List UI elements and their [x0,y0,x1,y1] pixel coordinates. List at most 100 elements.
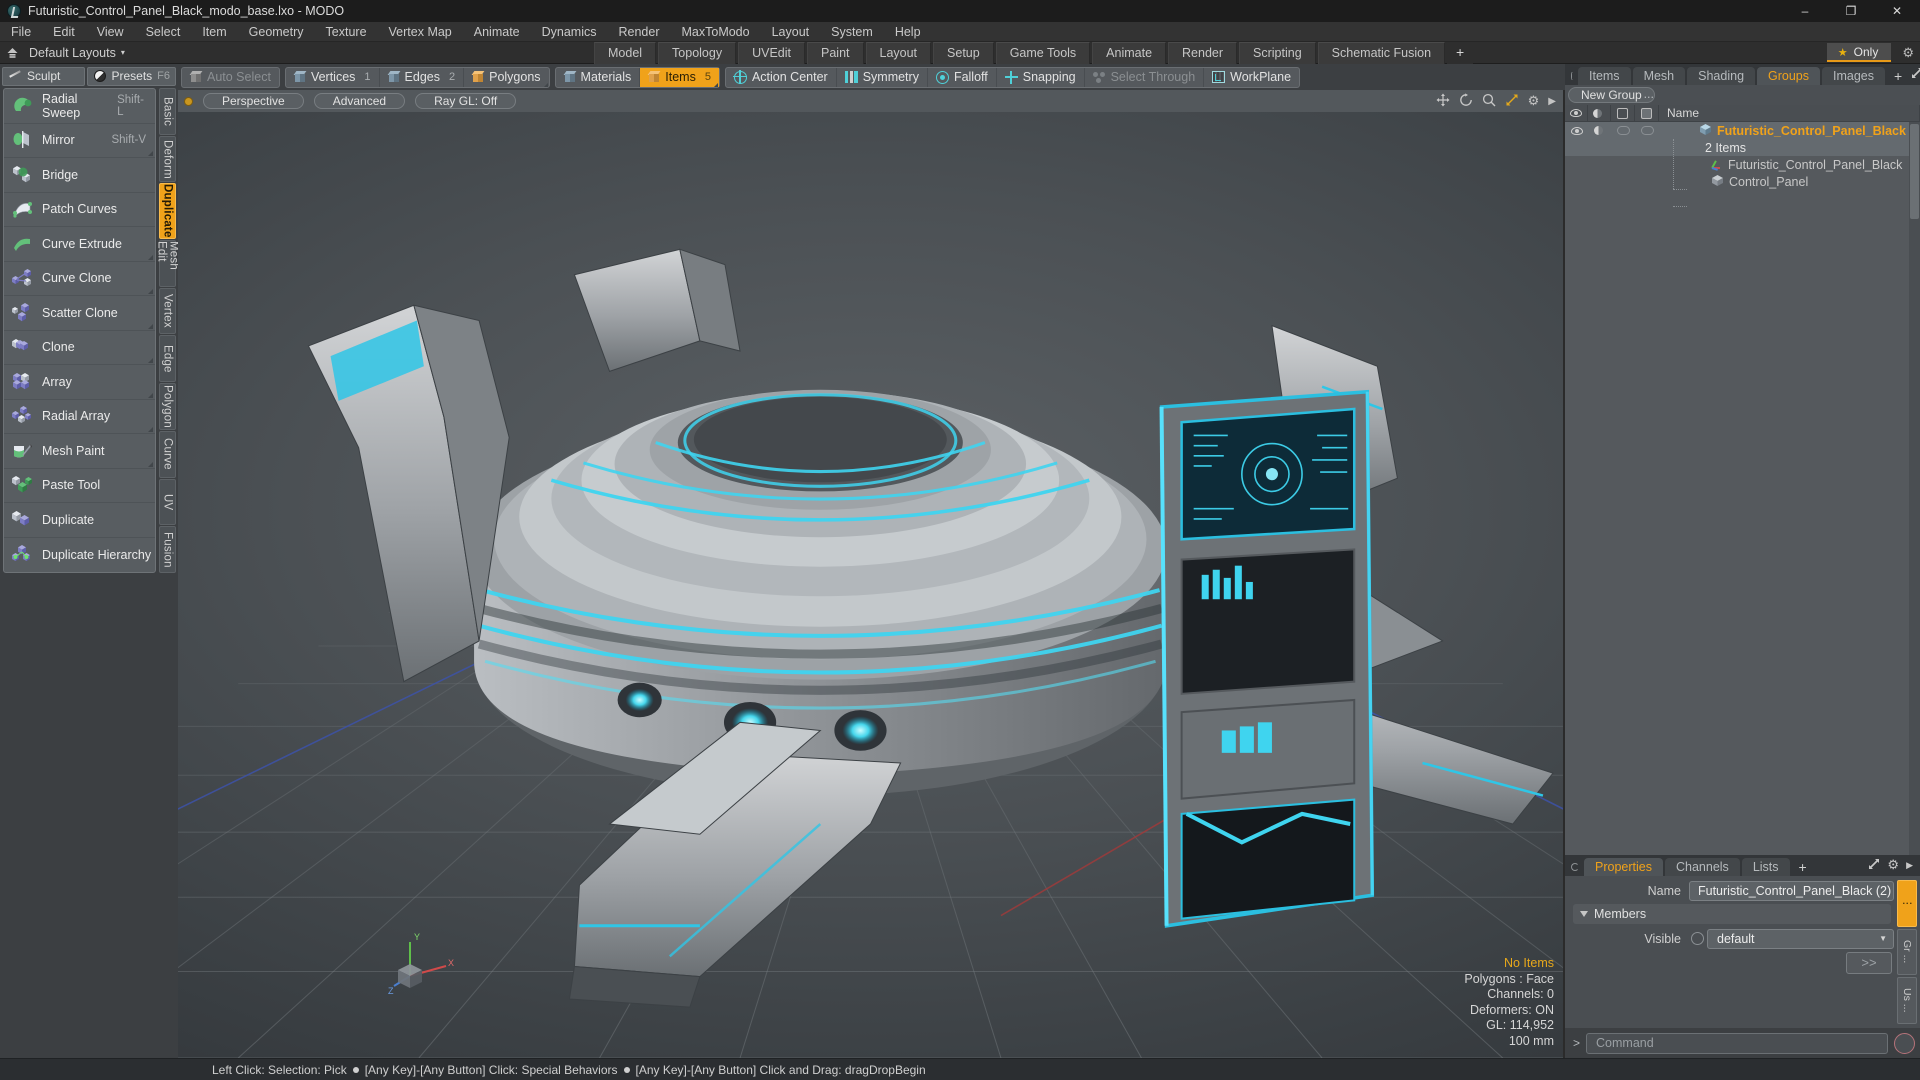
zoom-icon[interactable] [1482,93,1496,110]
menu-texture[interactable]: Texture [315,22,378,42]
mode-auto-select-button[interactable]: Auto Select [182,68,279,87]
viewport-projection-button[interactable]: Perspective [203,93,304,109]
layout-tab-paint[interactable]: Paint [807,42,864,64]
tab-shading[interactable]: Shading [1687,67,1756,85]
menu-dynamics[interactable]: Dynamics [531,22,608,42]
table-row[interactable]: Futuristic_Control_Panel_Black [1565,156,1920,173]
col-wireframe-shaded-icon[interactable] [1635,105,1659,121]
tab-channels[interactable]: Channels [1664,858,1740,876]
submenu-corner-icon[interactable] [713,82,718,87]
submenu-corner-icon[interactable] [148,461,153,467]
tool-radial-array[interactable]: Radial Array [4,400,155,434]
tool-mesh-paint[interactable]: Mesh Paint [4,434,155,469]
menu-help[interactable]: Help [884,22,932,42]
col-wireframe-icon[interactable] [1611,105,1635,121]
layout-tab-model[interactable]: Model [594,42,657,64]
row-wireframe-toggle[interactable] [1611,122,1635,139]
tool-curve-clone[interactable]: Curve Clone [4,262,155,296]
add-tab-button[interactable]: + [1887,67,1909,85]
tool-category-deform[interactable]: Deform [159,135,176,183]
minimize-button[interactable]: – [1782,0,1828,22]
expand-icon[interactable] [1911,67,1920,82]
tool-paste-tool[interactable]: Paste Tool [4,469,155,503]
forward-button[interactable]: >> [1846,951,1892,974]
visible-dropdown[interactable]: default ▼ [1707,928,1894,949]
close-button[interactable]: ✕ [1874,0,1920,22]
maximize-button[interactable]: ❐ [1828,0,1874,22]
tool-array[interactable]: Array [4,365,155,400]
name-field[interactable]: Futuristic_Control_Panel_Black (2) [1689,880,1894,901]
layout-tab-animate[interactable]: Animate [1092,42,1167,64]
submenu-corner-icon[interactable] [148,392,153,398]
tool-patch-curves[interactable]: Patch Curves [4,193,155,227]
tool-category-fusion[interactable]: Fusion [159,526,176,574]
menu-render[interactable]: Render [608,22,671,42]
home-icon[interactable] [0,42,24,64]
gear-icon[interactable]: ⚙ [1902,45,1914,61]
row-visibility-toggle[interactable] [1565,122,1588,139]
tool-category-mesh-edit[interactable]: Mesh Edit [156,240,180,287]
mode-polygons-button[interactable]: Polygons [464,68,548,87]
move-icon[interactable] [1436,93,1450,110]
command-input[interactable]: Command [1586,1032,1888,1054]
submenu-corner-icon[interactable] [148,323,153,329]
new-group-button[interactable]: New Group [1568,87,1655,103]
add-layout-tab-button[interactable]: + [1447,42,1474,64]
chevron-right-icon[interactable]: ▶ [1906,860,1913,871]
tool-bridge[interactable]: Bridge [4,158,155,193]
properties-side-tab-2[interactable]: Us ... [1897,977,1917,1025]
table-row[interactable]: Futuristic_Control_Panel_Black (2 ... [1565,122,1920,139]
only-toggle-button[interactable]: ★ Only [1826,43,1892,62]
menu-maxtomodo[interactable]: MaxToModo [671,22,761,42]
mode-vertices-button[interactable]: Vertices 1 [286,67,380,87]
submenu-corner-icon[interactable] [148,289,153,294]
layout-tab-game-tools[interactable]: Game Tools [995,42,1091,64]
mode-materials-button[interactable]: Materials [556,67,641,87]
tool-category-duplicate[interactable]: Duplicate [159,183,176,239]
layout-tab-topology[interactable]: Topology [658,42,737,64]
menu-system[interactable]: System [820,22,884,42]
tab-groups[interactable]: Groups [1757,67,1821,85]
row-wireframe-shaded-toggle[interactable] [1635,122,1659,139]
submenu-corner-icon[interactable] [148,358,153,363]
tool-category-basic[interactable]: Basic [159,88,176,135]
tool-scatter-clone[interactable]: Scatter Clone [4,296,155,331]
mode-falloff-button[interactable]: Falloff [928,67,997,87]
submenu-corner-icon[interactable] [543,82,548,87]
tool-category-uv[interactable]: UV [159,478,176,526]
menu-item[interactable]: Item [191,22,237,42]
col-eye-icon[interactable] [1565,105,1588,121]
menu-geometry[interactable]: Geometry [238,22,315,42]
menu-layout[interactable]: Layout [761,22,821,42]
tool-clone[interactable]: Clone [4,331,155,365]
expand-icon[interactable] [1868,858,1880,873]
properties-menu-icon[interactable] [1571,863,1579,871]
tab-presets[interactable]: Presets F6 [87,66,176,86]
tree-scrollbar[interactable] [1909,122,1920,855]
layout-tab-uvedit[interactable]: UVEdit [738,42,805,64]
mode-action-center-button[interactable]: Action Center [726,67,837,87]
fit-icon[interactable] [1505,93,1519,110]
properties-side-tab-1[interactable]: Gr ... [1897,928,1917,976]
menu-vertex-map[interactable]: Vertex Map [378,22,463,42]
chevron-down-icon[interactable]: ▾ [116,48,125,57]
menu-edit[interactable]: Edit [42,22,86,42]
layout-tab-layout[interactable]: Layout [865,42,932,64]
layout-tab-scripting[interactable]: Scripting [1239,42,1316,64]
submenu-corner-icon[interactable] [148,427,153,432]
menu-animate[interactable]: Animate [463,22,531,42]
layout-tab-setup[interactable]: Setup [933,42,994,64]
row-shading-toggle[interactable] [1588,122,1611,139]
mode-snapping-button[interactable]: Snapping [997,67,1085,87]
record-icon[interactable] [1894,1032,1915,1054]
tool-duplicate[interactable]: Duplicate [4,503,155,538]
submenu-corner-icon[interactable] [148,254,153,260]
menu-view[interactable]: View [86,22,135,42]
default-layouts-label[interactable]: Default Layouts [24,46,116,60]
tab-items[interactable]: Items [1578,67,1631,85]
mode-symmetry-button[interactable]: Symmetry [837,67,928,87]
tab-mesh[interactable]: Mesh ... [1632,67,1686,101]
menu-select[interactable]: Select [135,22,192,42]
tool-category-vertex[interactable]: Vertex [159,287,176,335]
gear-icon[interactable]: ⚙ [1528,93,1540,109]
